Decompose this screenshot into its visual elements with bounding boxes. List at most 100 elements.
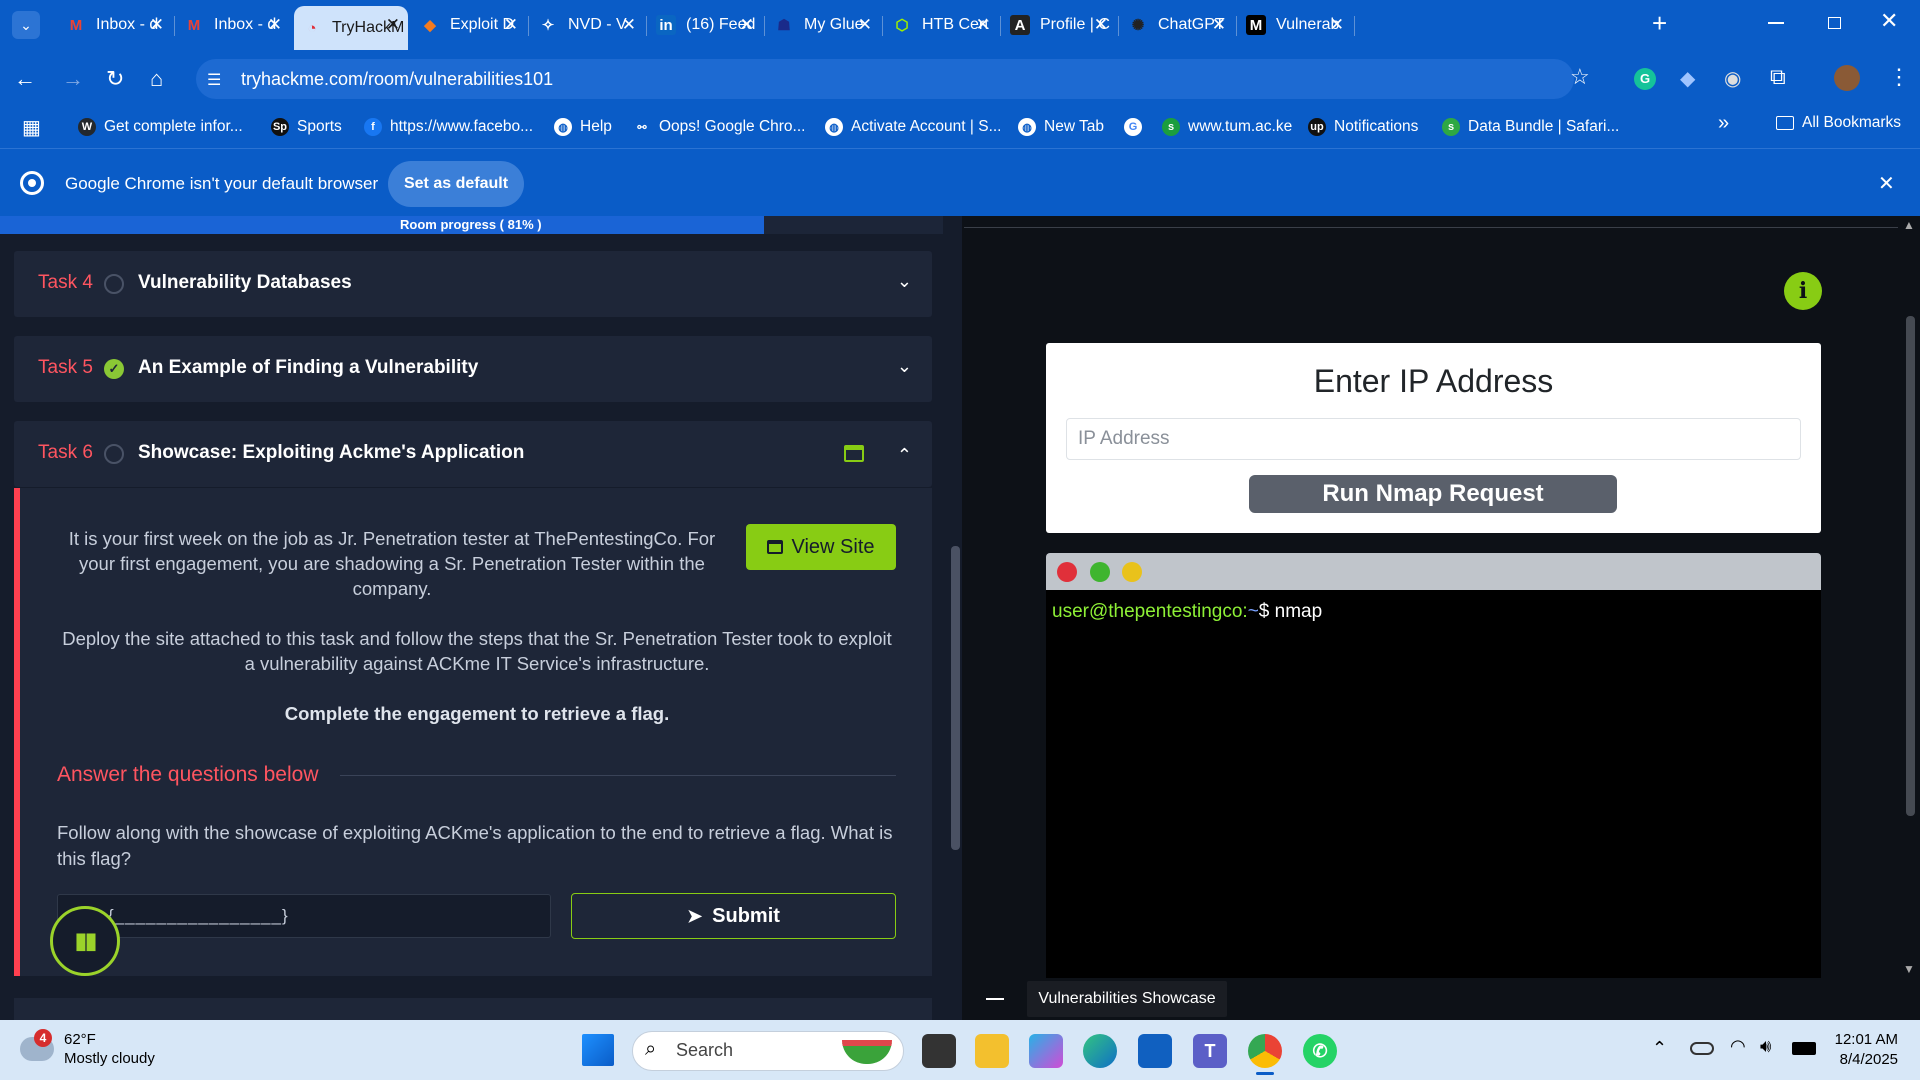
- tab-close-icon[interactable]: ✕: [976, 15, 990, 35]
- tab-10[interactable]: ✺ ChatGPT ✕: [1120, 6, 1234, 44]
- extension-icon[interactable]: ◆: [1680, 66, 1695, 91]
- all-bookmarks-folder[interactable]: All Bookmarks: [1776, 114, 1901, 132]
- chevron-down-icon[interactable]: ⌄: [897, 356, 912, 377]
- copilot-icon[interactable]: [1029, 1034, 1063, 1068]
- minimize-button[interactable]: [1768, 22, 1784, 24]
- bookmark-6[interactable]: ◍ Activate Account | S...: [825, 114, 1002, 140]
- tab-7[interactable]: ☗ My Glue ✕: [766, 6, 880, 44]
- info-icon[interactable]: i: [1784, 272, 1822, 310]
- tab-close-icon[interactable]: ✕: [386, 15, 400, 35]
- tab-6[interactable]: in (16) Feed ✕: [648, 6, 762, 44]
- tab-9[interactable]: A Profile | C ✕: [1002, 6, 1116, 44]
- set-as-default-button[interactable]: Set as default: [388, 161, 524, 207]
- bookmark-2[interactable]: Sp Sports: [271, 114, 342, 140]
- task-view-icon[interactable]: [922, 1034, 956, 1068]
- tab-close-icon[interactable]: ✕: [150, 15, 164, 35]
- scroll-down-arrow-icon[interactable]: ▼: [1903, 962, 1915, 976]
- answer-heading: Answer the questions below: [57, 763, 319, 786]
- tab-close-icon[interactable]: ✕: [1094, 15, 1108, 35]
- wifi-icon[interactable]: ◠: [1730, 1036, 1746, 1057]
- task-6-header[interactable]: Task 6 Showcase: Exploiting Ackme's Appl…: [14, 421, 932, 487]
- extensions-puzzle-icon[interactable]: ⧉: [1770, 64, 1786, 90]
- infobar-close-icon[interactable]: ✕: [1878, 171, 1895, 196]
- restore-button[interactable]: [1828, 17, 1841, 29]
- volume-icon[interactable]: 🔊︎: [1760, 1036, 1771, 1057]
- tab-close-icon[interactable]: ✕: [1330, 15, 1344, 35]
- more-bookmarks-icon[interactable]: »: [1718, 112, 1729, 135]
- whatsapp-icon[interactable]: ✆: [1303, 1034, 1337, 1068]
- tab-4[interactable]: ◆ Exploit D ✕: [412, 6, 526, 44]
- split-view-icon[interactable]: [844, 445, 864, 462]
- bookmark-8[interactable]: G: [1124, 114, 1150, 140]
- chrome-taskbar-icon[interactable]: [1248, 1034, 1282, 1068]
- bookmark-1[interactable]: W Get complete infor...: [78, 114, 243, 140]
- menu-kebab-icon[interactable]: ⋮: [1888, 64, 1910, 90]
- store-icon[interactable]: [1138, 1034, 1172, 1068]
- tab-close-icon[interactable]: ✕: [268, 15, 282, 35]
- pause-icon: ▮▮: [74, 928, 97, 953]
- teams-icon[interactable]: T: [1193, 1034, 1227, 1068]
- tab-close-icon[interactable]: ✕: [740, 15, 754, 35]
- windows-taskbar: [0, 1020, 1920, 1080]
- tab-search-icon[interactable]: ⌄: [12, 11, 40, 39]
- bookmark-3[interactable]: f https://www.facebo...: [364, 114, 533, 140]
- link-icon: ⚯: [637, 121, 647, 134]
- url-text[interactable]: tryhackme.com/room/vulnerabilities101: [241, 69, 553, 90]
- bookmark-11[interactable]: s Data Bundle | Safari...: [1442, 114, 1619, 140]
- close-window-button[interactable]: ✕: [1880, 8, 1898, 34]
- bookmark-4[interactable]: ◍ Help: [554, 114, 612, 140]
- task-status-circle-icon: [104, 444, 124, 464]
- bookmark-7[interactable]: ◍ New Tab: [1018, 114, 1104, 140]
- extension2-icon[interactable]: ◉: [1724, 66, 1741, 91]
- battery-icon[interactable]: [1792, 1042, 1816, 1055]
- forward-button[interactable]: →: [62, 65, 84, 93]
- tab-3[interactable]: ◔ TryHackM ✕: [294, 6, 408, 50]
- left-scrollbar-thumb[interactable]: [951, 546, 960, 850]
- bookmark-5[interactable]: ⚯ Oops! Google Chro...: [633, 114, 805, 140]
- tab-11[interactable]: M Vulnerab ✕: [1238, 6, 1352, 44]
- submit-button[interactable]: ➤ Submit: [571, 893, 896, 939]
- tray-chevron-icon[interactable]: ⌃: [1652, 1038, 1667, 1059]
- facebook-icon: f: [364, 118, 382, 136]
- tab-close-icon[interactable]: ✕: [622, 15, 636, 35]
- bookmark-star-icon[interactable]: ☆: [1570, 64, 1590, 90]
- chevron-down-icon[interactable]: ⌄: [897, 271, 912, 292]
- apps-grid-icon[interactable]: ▦: [22, 115, 41, 140]
- tab-separator: [174, 16, 175, 36]
- edge-icon[interactable]: [1083, 1034, 1117, 1068]
- task-5-header[interactable]: Task 5 ✓ An Example of Finding a Vulnera…: [14, 336, 932, 402]
- bookmark-10[interactable]: up Notifications: [1308, 114, 1418, 140]
- grammarly-icon[interactable]: G: [1634, 68, 1656, 90]
- minimize-panel-icon[interactable]: [986, 998, 1004, 1000]
- ip-address-input[interactable]: IP Address: [1066, 418, 1801, 460]
- tab-2[interactable]: M Inbox - d ✕: [176, 6, 290, 44]
- reload-button[interactable]: ↻: [106, 65, 124, 93]
- tab-close-icon[interactable]: ✕: [1212, 15, 1226, 35]
- answer-input[interactable]: {________________}: [57, 894, 551, 938]
- home-icon[interactable]: ⌂: [150, 65, 163, 93]
- task-4-header[interactable]: Task 4 Vulnerability Databases ⌄: [14, 251, 932, 317]
- tab-5[interactable]: ✧ NVD - V ✕: [530, 6, 644, 44]
- scroll-up-arrow-icon[interactable]: ▲: [1903, 218, 1915, 232]
- tab-8[interactable]: ⬡ HTB Cert ✕: [884, 6, 998, 44]
- weather-widget[interactable]: 4 62°F Mostly cloudy: [20, 1029, 155, 1068]
- windows-start-icon[interactable]: [582, 1034, 614, 1066]
- onedrive-icon[interactable]: [1690, 1042, 1714, 1055]
- back-button[interactable]: ←: [14, 65, 36, 93]
- taskbar-clock[interactable]: 12:01 AM 8/4/2025: [1818, 1030, 1898, 1070]
- tab-1[interactable]: M Inbox - d ✕: [58, 6, 172, 44]
- wordpress-icon: W: [78, 118, 96, 136]
- ip-form-title: Enter IP Address: [1313, 363, 1554, 399]
- avatar[interactable]: [1834, 65, 1860, 91]
- run-nmap-button[interactable]: Run Nmap Request: [1249, 475, 1617, 513]
- view-site-button[interactable]: View Site: [746, 524, 896, 570]
- pause-button[interactable]: ▮▮: [50, 906, 120, 976]
- site-info-icon[interactable]: ☰: [207, 70, 221, 90]
- new-tab-button[interactable]: +: [1652, 8, 1667, 39]
- tab-close-icon[interactable]: ✕: [858, 15, 872, 35]
- tab-close-icon[interactable]: ✕: [504, 15, 518, 35]
- bookmark-9[interactable]: s www.tum.ac.ke: [1162, 114, 1292, 140]
- file-explorer-icon[interactable]: [975, 1034, 1009, 1068]
- chevron-up-icon[interactable]: ⌃: [897, 445, 912, 466]
- right-scrollbar-thumb[interactable]: [1906, 316, 1915, 816]
